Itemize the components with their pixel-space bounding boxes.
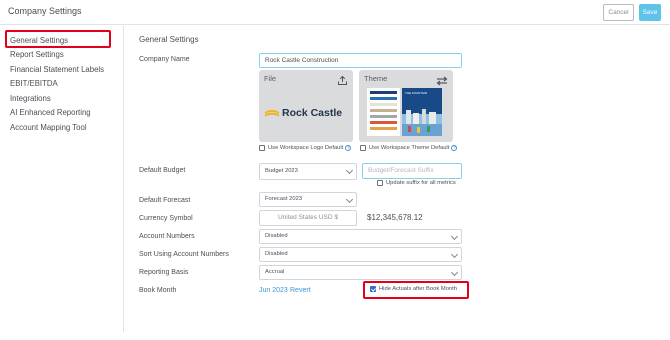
use-workspace-logo-label: Use Workspace Logo Default	[268, 145, 344, 151]
help-icon[interactable]: ?	[451, 145, 458, 151]
sidebar-item-report-settings[interactable]: Report Settings	[10, 50, 64, 59]
sort-account-numbers-select[interactable]: Disabled	[259, 247, 462, 262]
chevron-down-icon	[450, 232, 459, 241]
upload-icon[interactable]	[337, 73, 348, 91]
account-numbers-select[interactable]: Disabled	[259, 229, 462, 244]
section-title: General Settings	[139, 35, 199, 44]
theme-palette-preview	[367, 88, 400, 136]
use-workspace-theme-checkbox[interactable]	[360, 145, 366, 151]
theme-card-title: Theme	[364, 74, 388, 83]
company-logo: Rock Castle	[265, 107, 342, 119]
sidebar-item-integrations[interactable]: Integrations	[10, 94, 51, 103]
default-budget-value: Budget 2023	[265, 168, 298, 174]
reporting-basis-value: Accrual	[265, 269, 285, 275]
default-forecast-value: Forecast 2023	[265, 196, 303, 202]
budget-suffix-input[interactable]: Budget/Forecast Suffix	[362, 163, 462, 179]
logo-mark-icon	[265, 110, 279, 117]
hide-actuals-row[interactable]: Hide Actuals after Book Month	[370, 286, 457, 292]
sort-account-numbers-label: Sort Using Account Numbers	[139, 251, 229, 258]
use-workspace-theme-row[interactable]: Use Workspace Theme Default ?	[360, 145, 458, 151]
general-settings-panel: General Settings Company Name Rock Castl…	[125, 26, 670, 332]
use-workspace-logo-row[interactable]: Use Workspace Logo Default ?	[259, 145, 352, 151]
account-numbers-value: Disabled	[265, 233, 288, 239]
update-suffix-label: Update suffix for all metrics	[386, 180, 456, 186]
settings-sidebar: General Settings Report Settings Financi…	[0, 26, 124, 332]
currency-symbol-label: Currency Symbol	[139, 215, 193, 222]
sort-account-numbers-value: Disabled	[265, 251, 288, 257]
header-bar: Company Settings Cancel Save	[0, 0, 670, 25]
book-month-link[interactable]: Jun 2023	[259, 287, 288, 294]
sidebar-item-financial-statement-labels[interactable]: Financial Statement Labels	[10, 65, 104, 74]
currency-symbol-input[interactable]: United States USD $	[259, 210, 357, 226]
reporting-basis-select[interactable]: Accrual	[259, 265, 462, 280]
use-workspace-logo-checkbox[interactable]	[259, 145, 265, 151]
company-name-input[interactable]: Rock Castle Construction	[259, 53, 462, 68]
help-icon[interactable]: ?	[345, 145, 352, 151]
update-suffix-checkbox[interactable]	[377, 180, 383, 186]
use-workspace-theme-label: Use Workspace Theme Default	[369, 145, 450, 151]
default-budget-label: Default Budget	[139, 167, 186, 174]
logo-text: Rock Castle	[282, 107, 343, 119]
sidebar-item-ebit-ebitda[interactable]: EBIT/EBITDA	[10, 79, 58, 88]
book-month-label: Book Month	[139, 287, 177, 294]
file-card: File Rock Castle	[259, 70, 353, 142]
company-name-label: Company Name	[139, 56, 190, 63]
default-budget-select[interactable]: Budget 2023	[259, 163, 357, 180]
chevron-down-icon	[450, 250, 459, 259]
theme-preview-image	[402, 109, 442, 136]
theme-card: Theme THE FOUNTAIN	[359, 70, 453, 142]
currency-example: $12,345,678.12	[367, 213, 423, 222]
account-numbers-label: Account Numbers	[139, 233, 195, 240]
save-button[interactable]: Save	[639, 4, 661, 21]
hide-actuals-checkbox[interactable]	[370, 286, 376, 292]
update-suffix-row[interactable]: Update suffix for all metrics	[377, 180, 456, 186]
reporting-basis-label: Reporting Basis	[139, 269, 189, 276]
default-forecast-label: Default Forecast	[139, 197, 191, 204]
cancel-button[interactable]: Cancel	[603, 4, 634, 21]
revert-link[interactable]: Revert	[290, 287, 311, 294]
chevron-down-icon	[345, 195, 354, 204]
sidebar-item-ai-enhanced-reporting[interactable]: AI Enhanced Reporting	[10, 108, 91, 117]
theme-image-preview: THE FOUNTAIN	[402, 88, 442, 136]
default-forecast-select[interactable]: Forecast 2023	[259, 192, 357, 207]
sidebar-item-account-mapping-tool[interactable]: Account Mapping Tool	[10, 123, 87, 132]
hide-actuals-label: Hide Actuals after Book Month	[379, 286, 457, 292]
chevron-down-icon	[345, 166, 354, 175]
page-title: Company Settings	[8, 6, 82, 16]
chevron-down-icon	[450, 268, 459, 277]
file-card-title: File	[264, 74, 277, 83]
sidebar-item-general-settings[interactable]: General Settings	[10, 36, 68, 45]
